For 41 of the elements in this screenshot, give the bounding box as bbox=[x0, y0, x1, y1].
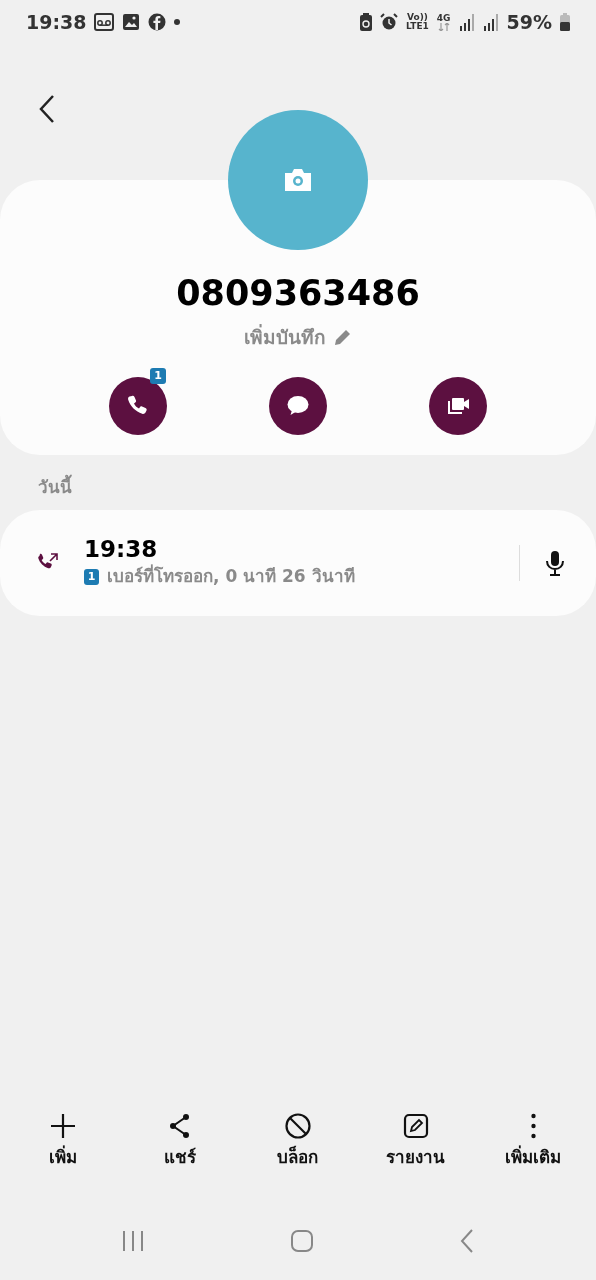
battery-icon bbox=[560, 13, 570, 31]
dot-icon bbox=[174, 19, 181, 25]
data-arrows-icon bbox=[437, 22, 450, 31]
call-log-card[interactable]: 19:38 1 เบอร์ที่โทรออก, 0 นาที 26 วินาที bbox=[0, 510, 596, 616]
status-time: 19:38 bbox=[26, 9, 87, 35]
network-label: 4G bbox=[436, 13, 451, 23]
battery-saver-icon bbox=[360, 13, 373, 31]
battery-percent: 59% bbox=[506, 9, 552, 35]
image-icon bbox=[122, 13, 141, 31]
add-icon bbox=[49, 1112, 76, 1139]
share-button[interactable]: แชร์ bbox=[121, 1112, 240, 1170]
alarm-icon bbox=[380, 13, 399, 31]
home-button[interactable] bbox=[290, 1228, 314, 1254]
video-call-button[interactable] bbox=[429, 376, 487, 435]
signal-icon bbox=[482, 13, 499, 31]
pencil-icon bbox=[334, 328, 352, 347]
call-time: 19:38 bbox=[84, 536, 159, 564]
edit-square-icon bbox=[402, 1112, 429, 1139]
message-button[interactable] bbox=[269, 376, 327, 435]
signal-icon bbox=[458, 13, 475, 31]
back-nav-button[interactable] bbox=[459, 1228, 476, 1254]
block-button[interactable]: บล็อก bbox=[239, 1112, 357, 1170]
back-icon bbox=[37, 94, 57, 124]
report-button[interactable]: รายงาน bbox=[356, 1112, 475, 1170]
section-heading: วันนี้ bbox=[38, 474, 73, 499]
recording-button[interactable] bbox=[544, 550, 566, 576]
sim-badge: 1 bbox=[150, 367, 166, 384]
add-button[interactable]: เพิ่ม bbox=[4, 1112, 122, 1170]
more-options-icon bbox=[530, 1112, 536, 1139]
sim-badge: 1 bbox=[84, 568, 99, 585]
social-app-icon bbox=[148, 13, 167, 31]
microphone-icon bbox=[544, 550, 566, 576]
lte-label: LTE1 bbox=[406, 22, 429, 31]
call-detail: เบอร์ที่โทรออก, 0 นาที 26 วินาที bbox=[107, 564, 355, 589]
block-icon bbox=[285, 1112, 311, 1139]
camera-icon bbox=[283, 168, 313, 192]
more-button[interactable]: เพิ่มเติม bbox=[474, 1112, 592, 1170]
recent-apps-button[interactable] bbox=[120, 1228, 145, 1254]
volte-label: Vo)) bbox=[406, 13, 429, 22]
phone-number: 0809363486 bbox=[175, 272, 421, 314]
voicemail-icon bbox=[94, 13, 115, 31]
